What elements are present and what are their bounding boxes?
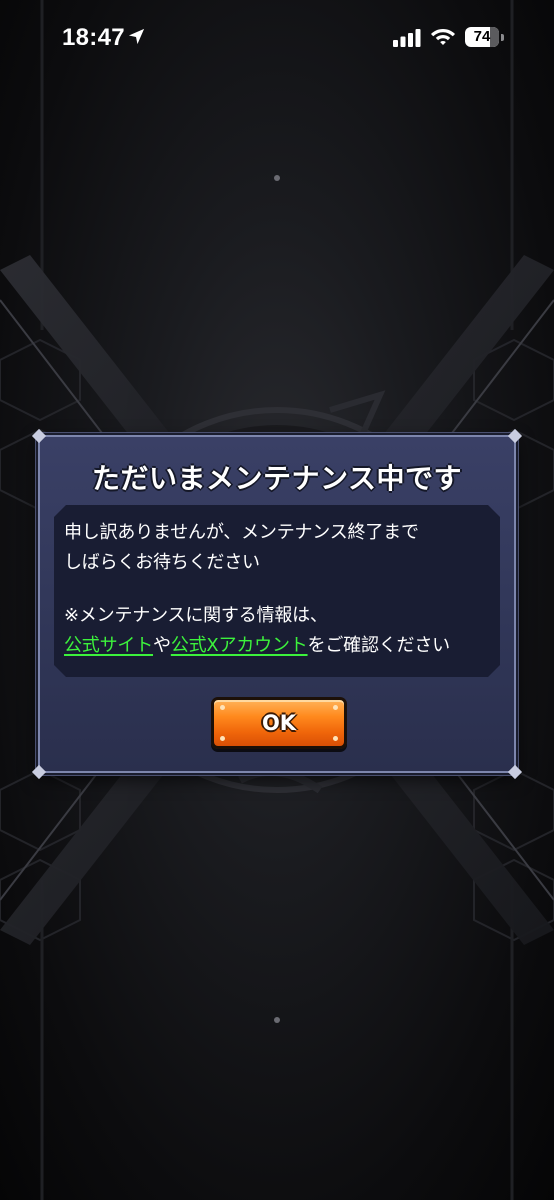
status-bar: 18:47 74	[0, 0, 554, 80]
ok-button[interactable]: OK	[211, 697, 347, 749]
official-site-link[interactable]: 公式サイト	[64, 635, 153, 656]
message-line-links: 公式サイトや公式Xアカウントをご確認ください	[64, 631, 450, 657]
wifi-icon	[431, 29, 455, 45]
battery-icon: 74	[465, 27, 505, 47]
official-x-account-link[interactable]: 公式Xアカウント	[171, 635, 308, 656]
cellular-signal-icon	[393, 29, 421, 47]
message-line: 申し訳ありませんが、メンテナンス終了まで	[64, 522, 419, 543]
maintenance-dialog: ただいまメンテナンス中です 申し訳ありませんが、メンテナンス終了まで しばらくお…	[31, 428, 523, 780]
dialog-title: ただいまメンテナンス中です	[92, 462, 462, 495]
connector-text: や	[153, 635, 171, 656]
battery-body: 74	[465, 27, 499, 47]
message-box: 申し訳ありませんが、メンテナンス終了まで しばらくお待ちください ※メンテナンス…	[54, 505, 500, 677]
status-time: 18:47	[62, 24, 125, 51]
message-line: しばらくお待ちください	[64, 552, 260, 573]
location-arrow-icon	[128, 28, 145, 45]
message-suffix: をご確認ください	[307, 635, 450, 656]
battery-level: 74	[473, 28, 491, 45]
screen: 18:47 74 ただいまメンテナンス中です 申し訳ありませんが、メンテナンス終…	[0, 0, 554, 1200]
battery-tip	[501, 34, 504, 41]
message-line: ※メンテナンスに関する情報は、	[64, 605, 328, 626]
ok-button-label: OK	[261, 711, 297, 735]
